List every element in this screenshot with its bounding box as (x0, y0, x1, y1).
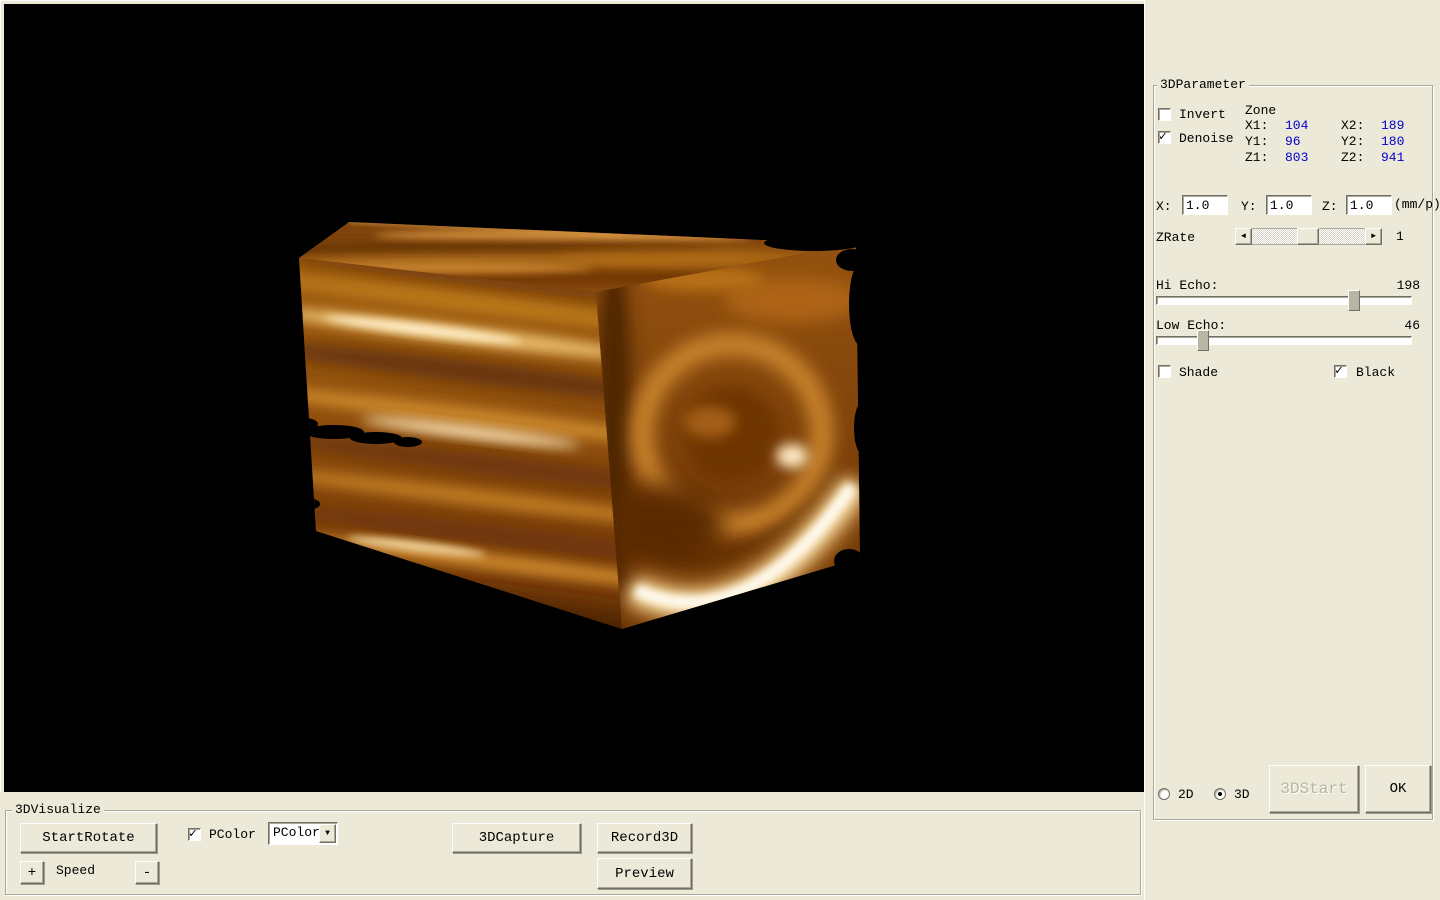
zone-z1-label: Z1: (1245, 150, 1268, 165)
pcolor-checkbox[interactable] (188, 828, 201, 841)
zone-z2-label: Z2: (1341, 150, 1364, 165)
zrate-scroll-right-button[interactable]: ► (1365, 228, 1382, 245)
zone-title: Zone (1245, 103, 1276, 118)
low-echo-value: 46 (1345, 318, 1420, 333)
volume-render-image (4, 4, 1144, 792)
zrate-scrollbar: ◄ ► (1235, 228, 1382, 245)
zone-x2-value: 189 (1381, 118, 1404, 133)
arrow-right-icon: ► (1371, 232, 1376, 241)
mode-3d-label: 3D (1234, 787, 1250, 802)
invert-label: Invert (1179, 107, 1226, 122)
y-scale-label: Y: (1241, 199, 1257, 214)
render-viewport[interactable] (4, 4, 1144, 792)
parameter-group-title: 3DParameter (1157, 78, 1249, 92)
denoise-label: Denoise (1179, 131, 1234, 146)
zone-x2-label: X2: (1341, 118, 1364, 133)
hi-echo-track[interactable] (1156, 296, 1412, 305)
visualize-group-title: 3DVisualize (12, 803, 104, 817)
shade-label: Shade (1179, 365, 1218, 380)
ok-button[interactable]: OK (1365, 765, 1431, 813)
start-rotate-button[interactable]: StartRotate (20, 823, 157, 853)
speed-label: Speed (56, 863, 95, 878)
shade-checkbox[interactable] (1158, 365, 1171, 378)
mode-3d-radio[interactable] (1214, 788, 1226, 800)
zrate-scroll-thumb[interactable] (1297, 228, 1319, 245)
pcolor-select[interactable]: PColor ▼ (268, 822, 338, 845)
z-scale-label: Z: (1322, 199, 1338, 214)
pcolor-label: PColor (209, 827, 256, 842)
mode-2d-label: 2D (1178, 787, 1194, 802)
preview-button[interactable]: Preview (597, 858, 692, 889)
hi-echo-thumb[interactable] (1348, 290, 1360, 311)
black-label: Black (1356, 365, 1395, 380)
zone-z1-value: 803 (1285, 150, 1308, 165)
pcolor-select-value: PColor (273, 825, 320, 840)
zone-y1-label: Y1: (1245, 134, 1268, 149)
pcolor-select-dropdown-button[interactable]: ▼ (319, 824, 336, 843)
chevron-down-icon: ▼ (325, 829, 330, 838)
speed-plus-button[interactable]: + (20, 861, 44, 884)
record-3d-button[interactable]: Record3D (597, 823, 692, 853)
start-3d-button[interactable]: 3DStart (1269, 765, 1359, 813)
x-scale-input[interactable] (1182, 195, 1228, 215)
y-scale-input[interactable] (1266, 195, 1312, 215)
low-echo-label: Low Echo: (1156, 318, 1226, 333)
x-scale-label: X: (1156, 199, 1172, 214)
capture-3d-button[interactable]: 3DCapture (452, 823, 581, 853)
z-scale-input[interactable] (1346, 195, 1392, 215)
parameter-panel: 3DParameter Invert Denoise Zone X1: 104 … (1144, 0, 1440, 900)
zrate-label: ZRate (1156, 230, 1195, 245)
zrate-scroll-left-button[interactable]: ◄ (1235, 228, 1252, 245)
black-checkbox[interactable] (1334, 365, 1347, 378)
zone-x1-value: 104 (1285, 118, 1308, 133)
zone-z2-value: 941 (1381, 150, 1404, 165)
visualize-panel: 3DVisualize StartRotate PColor PColor ▼ … (0, 792, 1144, 900)
arrow-left-icon: ◄ (1241, 232, 1246, 241)
zone-y2-label: Y2: (1341, 134, 1364, 149)
zrate-value: 1 (1396, 229, 1404, 244)
zone-x1-label: X1: (1245, 118, 1268, 133)
invert-checkbox[interactable] (1158, 108, 1171, 121)
zone-y1-value: 96 (1285, 134, 1301, 149)
low-echo-track[interactable] (1156, 336, 1412, 345)
scale-unit-label: (mm/p) (1394, 197, 1440, 212)
hi-echo-label: Hi Echo: (1156, 278, 1218, 293)
denoise-checkbox[interactable] (1158, 131, 1171, 144)
zone-y2-value: 180 (1381, 134, 1404, 149)
low-echo-thumb[interactable] (1197, 330, 1209, 351)
speed-minus-button[interactable]: - (135, 861, 159, 884)
mode-2d-radio[interactable] (1158, 788, 1170, 800)
application-window: 3DParameter Invert Denoise Zone X1: 104 … (0, 0, 1440, 900)
